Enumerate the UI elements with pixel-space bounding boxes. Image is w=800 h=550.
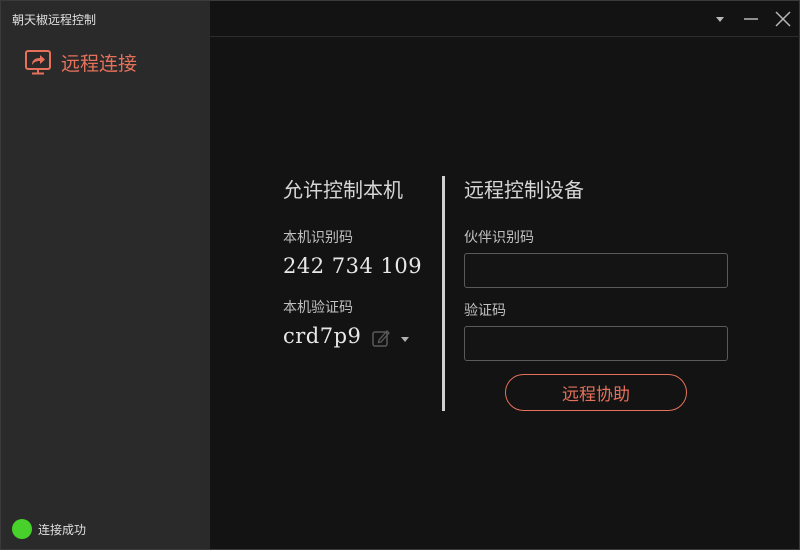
- dropdown-icon[interactable]: [710, 9, 730, 29]
- minimize-icon[interactable]: [741, 9, 761, 29]
- edit-code-icon[interactable]: [371, 328, 391, 348]
- app-window: 朝天椒远程控制 远程连接 连接成功 允许控制本机 本机识别码 242 734 1…: [0, 0, 800, 550]
- partner-id-label: 伙伴识别码: [464, 230, 534, 246]
- local-code-label: 本机验证码: [283, 300, 353, 316]
- verify-code-input[interactable]: [464, 326, 728, 361]
- code-options-dropdown-icon[interactable]: [398, 331, 412, 345]
- partner-id-input[interactable]: [464, 253, 728, 288]
- verify-code-label: 验证码: [464, 303, 506, 319]
- panel-divider: [442, 176, 445, 411]
- remote-control-heading: 远程控制设备: [464, 178, 584, 202]
- local-code-value: crd7p9: [283, 324, 362, 348]
- sidebar-item-label: 远程连接: [61, 52, 138, 75]
- local-id-label: 本机识别码: [283, 230, 353, 246]
- app-title: 朝天椒远程控制: [12, 13, 97, 27]
- remote-screen-icon: [24, 48, 52, 76]
- allow-control-heading: 允许控制本机: [283, 178, 403, 202]
- remote-assist-button[interactable]: 远程协助: [505, 374, 687, 411]
- close-icon[interactable]: [773, 9, 793, 29]
- local-id-value: 242 734 109: [283, 254, 423, 278]
- status-text: 连接成功: [38, 522, 87, 537]
- connection-status: 连接成功: [12, 519, 86, 539]
- sidebar-item-remote-connect[interactable]: 远程连接: [24, 47, 137, 77]
- sidebar: 朝天椒远程控制 远程连接 连接成功: [1, 1, 210, 549]
- status-indicator-icon: [12, 519, 32, 539]
- title-bar: [210, 1, 800, 37]
